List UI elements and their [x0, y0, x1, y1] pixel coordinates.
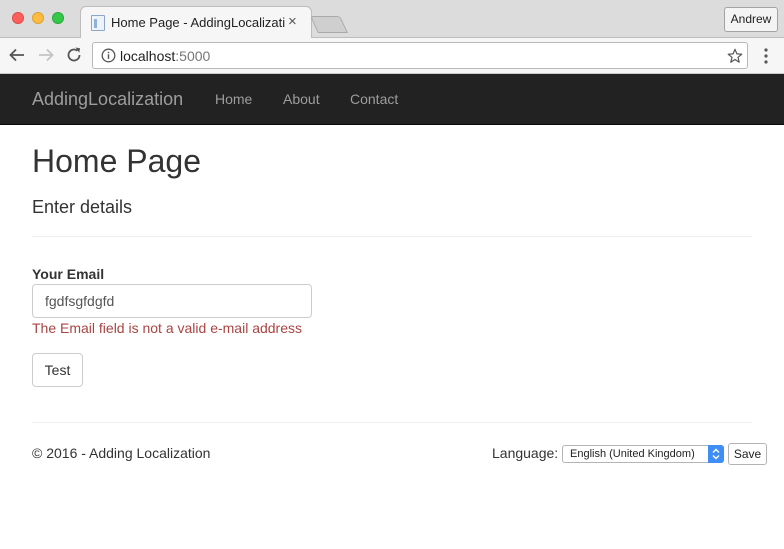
- page-subtitle: Enter details: [32, 197, 133, 217]
- email-label: Your Email: [32, 266, 105, 282]
- tab-close-icon[interactable]: ×: [288, 13, 297, 30]
- tab-title: Home Page - AddingLocalizati: [111, 15, 286, 30]
- bookmark-star-icon[interactable]: [727, 48, 743, 64]
- language-select[interactable]: English (United Kingdom): [562, 445, 724, 463]
- reload-icon[interactable]: [65, 46, 83, 64]
- address-bar[interactable]: localhost:5000: [92, 42, 748, 69]
- page-title: Home Page: [32, 143, 201, 179]
- browser-titlebar: Home Page - AddingLocalizati × Andrew: [0, 0, 784, 39]
- navbar-brand[interactable]: AddingLocalization: [32, 89, 183, 110]
- footer-copyright: © 2016 - Adding Localization: [32, 445, 211, 461]
- language-save-button[interactable]: Save: [728, 443, 767, 465]
- footer-divider: [32, 422, 752, 423]
- language-label: Language:: [492, 445, 559, 461]
- section-divider: [32, 236, 752, 237]
- address-url: localhost:5000: [120, 48, 210, 64]
- window-maximize-button[interactable]: [52, 12, 64, 24]
- back-arrow-icon[interactable]: [8, 46, 26, 64]
- new-tab-button[interactable]: [310, 16, 348, 33]
- profile-button[interactable]: Andrew: [724, 7, 778, 32]
- nav-link-home[interactable]: Home: [215, 91, 252, 107]
- window-close-button[interactable]: [12, 12, 24, 24]
- site-info-icon[interactable]: [101, 48, 116, 63]
- email-field[interactable]: [32, 284, 312, 318]
- browser-tab-active[interactable]: Home Page - AddingLocalizati ×: [80, 6, 312, 39]
- site-navbar: AddingLocalization Home About Contact: [0, 74, 784, 125]
- browser-toolbar: localhost:5000: [0, 38, 784, 74]
- url-host: localhost: [120, 48, 176, 64]
- nav-link-contact[interactable]: Contact: [350, 91, 398, 107]
- language-selected-value: English (United Kingdom): [570, 448, 695, 460]
- email-validation-error: The Email field is not a valid e-mail ad…: [32, 320, 303, 336]
- test-submit-button[interactable]: Test: [32, 353, 83, 387]
- window-minimize-button[interactable]: [32, 12, 44, 24]
- browser-menu-icon[interactable]: [760, 47, 772, 65]
- nav-link-about[interactable]: About: [283, 91, 320, 107]
- select-arrows-icon: [712, 448, 720, 460]
- page-favicon-icon: [91, 15, 105, 31]
- url-port: :5000: [175, 48, 211, 64]
- select-stepper-icon: [708, 445, 724, 463]
- forward-arrow-icon[interactable]: [37, 46, 55, 64]
